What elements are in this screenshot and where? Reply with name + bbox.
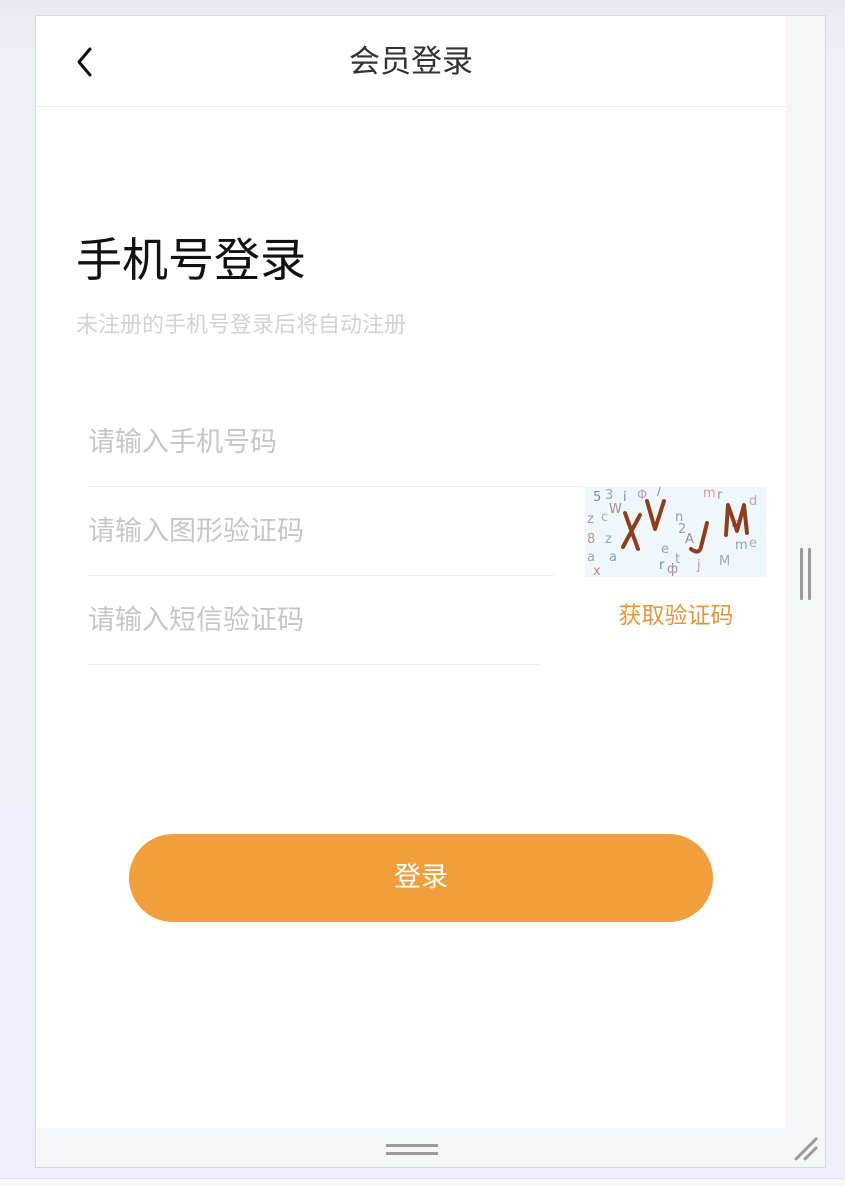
svg-text:i: i	[623, 490, 627, 505]
svg-text:W: W	[609, 502, 622, 517]
svg-text:e: e	[661, 542, 669, 557]
mobile-viewport: 会员登录 手机号登录 未注册的手机号登录后将自动注册 5 3 i Φ / m r…	[36, 16, 786, 1128]
captcha-image[interactable]: 5 3 i Φ / m r d z c W n 2 h 8 z e A t m	[585, 487, 766, 577]
page-title: 会员登录	[349, 44, 473, 80]
back-button[interactable]	[66, 40, 106, 84]
svg-text:j: j	[696, 558, 701, 573]
side-resize-handle[interactable]	[800, 548, 812, 600]
svg-text:a: a	[609, 550, 617, 565]
svg-text:8: 8	[587, 532, 595, 547]
svg-text:z: z	[587, 512, 594, 527]
login-subheading: 未注册的手机号登录后将自动注册	[76, 313, 407, 338]
svg-text:3: 3	[605, 488, 613, 503]
login-button[interactable]: 登录	[129, 834, 713, 922]
svg-text:a: a	[587, 550, 595, 565]
image-captcha-input[interactable]	[88, 488, 554, 575]
svg-text:m: m	[735, 538, 748, 553]
svg-text:M: M	[719, 554, 730, 569]
svg-text:/: /	[657, 487, 662, 499]
svg-text:r: r	[717, 488, 723, 503]
svg-text:c: c	[601, 510, 608, 525]
login-heading: 手机号登录	[76, 233, 306, 287]
captcha-noise: 5 3 i Φ / m r d z c W n 2 h 8 z e A t m	[587, 487, 757, 577]
bottom-resize-handle[interactable]	[386, 1144, 438, 1156]
phone-field	[88, 399, 583, 487]
svg-text:e: e	[749, 536, 757, 551]
svg-text:x: x	[593, 564, 601, 577]
resize-corner-icon[interactable]	[793, 1136, 819, 1162]
svg-text:A: A	[685, 532, 694, 547]
get-sms-code-button[interactable]: 获取验证码	[596, 594, 756, 638]
sms-code-field	[88, 577, 540, 665]
navbar: 会员登录	[36, 16, 786, 107]
sms-code-input[interactable]	[88, 577, 540, 664]
image-captcha-field	[88, 488, 554, 576]
chevron-left-icon	[77, 47, 92, 77]
svg-text:5: 5	[593, 490, 601, 505]
svg-text:z: z	[605, 532, 612, 547]
svg-text:r: r	[659, 558, 665, 573]
svg-text:d: d	[749, 494, 757, 509]
phone-input[interactable]	[88, 399, 583, 486]
svg-text:ф: ф	[667, 562, 678, 577]
svg-text:m: m	[703, 487, 716, 501]
